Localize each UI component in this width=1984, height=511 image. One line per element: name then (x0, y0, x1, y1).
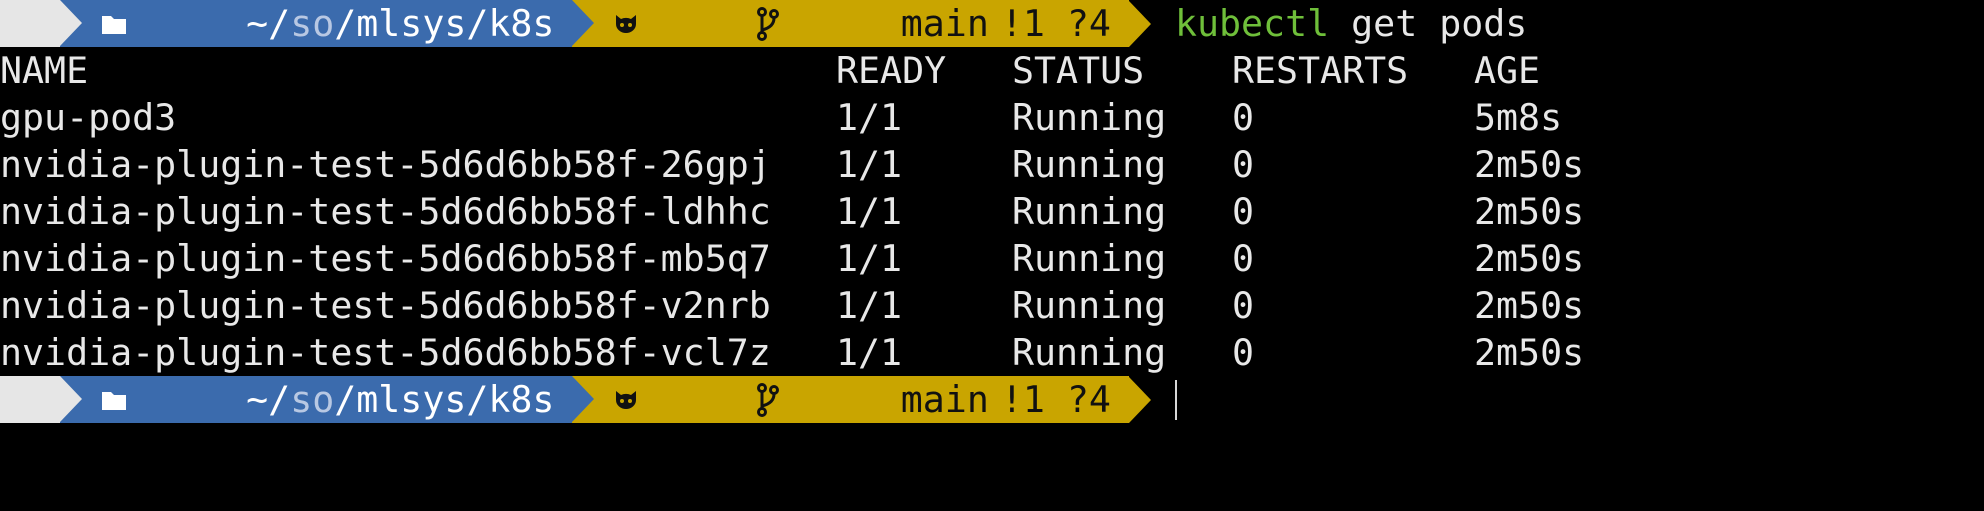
table-row: nvidia-plugin-test-5d6d6bb58f-v2nrb 1/1 … (0, 282, 1984, 329)
table-header: NAME READY STATUS RESTARTS AGE (0, 47, 1984, 94)
pod-age: 2m50s (1474, 284, 1585, 327)
git-status: !1 ?4 (1000, 378, 1111, 421)
pod-restarts: 0 (1232, 331, 1255, 374)
prompt-line-2: ~/so/mlsys/k8s main !1 ?4 (0, 376, 1177, 423)
git-arrow (1128, 0, 1151, 47)
pod-ready: 1/1 (836, 143, 903, 186)
pod-status: Running (1012, 143, 1167, 186)
pod-ready: 1/1 (836, 237, 903, 280)
folder-icon (100, 294, 232, 506)
pod-status: Running (1012, 190, 1167, 233)
git-branch-icon (756, 289, 889, 511)
command-args: get pods (1351, 2, 1528, 45)
pod-age: 2m50s (1474, 331, 1585, 374)
pod-status: Running (1012, 237, 1167, 280)
command-text: kubectl get pods (1151, 0, 1527, 47)
command-program: kubectl (1174, 2, 1330, 45)
directory-segment: ~/so/mlsys/k8s (82, 376, 573, 423)
table-row: nvidia-plugin-test-5d6d6bb58f-26gpj 1/1 … (0, 141, 1984, 188)
os-segment (0, 0, 60, 47)
header-status: STATUS (1012, 49, 1145, 92)
pod-status: Running (1012, 284, 1167, 327)
pod-name: gpu-pod3 (0, 96, 177, 139)
dir-rest: /mlsys/k8s (334, 378, 555, 421)
git-segment: main !1 ?4 (594, 0, 1129, 47)
pod-restarts: 0 (1232, 143, 1255, 186)
dir-arrow (572, 376, 595, 423)
dir-arrow (572, 0, 595, 47)
pod-restarts: 0 (1232, 190, 1255, 233)
github-icon (612, 293, 744, 507)
terminal-cursor[interactable] (1174, 379, 1177, 420)
git-status: !1 ?4 (1000, 2, 1111, 45)
table-row: nvidia-plugin-test-5d6d6bb58f-vcl7z 1/1 … (0, 329, 1984, 376)
pod-name: nvidia-plugin-test-5d6d6bb58f-ldhhc (0, 190, 771, 233)
os-segment (0, 376, 60, 423)
branch-name: main (900, 378, 989, 421)
prompt-line-1: ~/so/mlsys/k8s main !1 ?4 kubectl get po… (0, 0, 1527, 47)
pod-ready: 1/1 (836, 190, 903, 233)
pod-age: 5m8s (1474, 96, 1563, 139)
table-row: gpu-pod3 1/1 Running 0 5m8s (0, 94, 1984, 141)
pod-name: nvidia-plugin-test-5d6d6bb58f-mb5q7 (0, 237, 771, 280)
git-segment: main !1 ?4 (594, 376, 1129, 423)
pod-age: 2m50s (1474, 143, 1585, 186)
pod-name: nvidia-plugin-test-5d6d6bb58f-26gpj (0, 143, 771, 186)
header-restarts: RESTARTS (1232, 49, 1409, 92)
dir-so: so (290, 378, 335, 421)
pod-status: Running (1012, 331, 1167, 374)
header-age: AGE (1474, 49, 1541, 92)
dir-home: ~/ (246, 378, 291, 421)
pod-restarts: 0 (1232, 96, 1255, 139)
pod-restarts: 0 (1232, 237, 1255, 280)
header-ready: READY (836, 49, 947, 92)
git-arrow (1128, 376, 1151, 423)
ubuntu-icon (0, 292, 96, 508)
table-row: nvidia-plugin-test-5d6d6bb58f-mb5q7 1/1 … (0, 235, 1984, 282)
pod-age: 2m50s (1474, 190, 1585, 233)
dir-rest: /mlsys/k8s (334, 2, 555, 45)
pod-age: 2m50s (1474, 237, 1585, 280)
branch-name: main (900, 2, 989, 45)
table-row: nvidia-plugin-test-5d6d6bb58f-ldhhc 1/1 … (0, 188, 1984, 235)
pod-status: Running (1012, 96, 1167, 139)
dir-home: ~/ (246, 2, 291, 45)
directory-segment: ~/so/mlsys/k8s (82, 0, 573, 47)
pod-ready: 1/1 (836, 96, 903, 139)
header-name: NAME (0, 49, 89, 92)
pod-restarts: 0 (1232, 284, 1255, 327)
dir-so: so (290, 2, 335, 45)
